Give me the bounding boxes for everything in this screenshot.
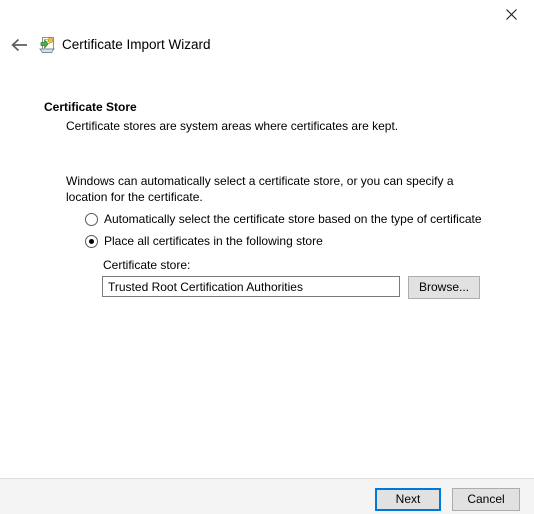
radio-indicator-auto-select[interactable] — [85, 213, 98, 226]
instruction-text: Windows can automatically select a certi… — [66, 173, 484, 205]
back-arrow-icon — [11, 38, 28, 55]
title-bar — [0, 0, 534, 28]
close-button[interactable] — [488, 0, 534, 28]
close-icon — [506, 9, 517, 20]
radio-option-auto-select[interactable]: Automatically select the certificate sto… — [85, 212, 482, 227]
wizard-header: Certificate Import Wizard — [0, 33, 534, 57]
next-button[interactable]: Next — [375, 488, 441, 511]
cancel-button[interactable]: Cancel — [452, 488, 520, 511]
page-title: Certificate Store — [44, 100, 137, 114]
radio-label-auto-select: Automatically select the certificate sto… — [104, 212, 482, 227]
radio-label-place-all: Place all certificates in the following … — [104, 234, 323, 249]
wizard-title: Certificate Import Wizard — [62, 36, 211, 54]
certificate-wizard-icon — [38, 36, 56, 54]
browse-button[interactable]: Browse... — [408, 276, 480, 299]
certificate-store-input[interactable] — [102, 276, 400, 297]
certificate-store-label: Certificate store: — [103, 258, 190, 272]
radio-indicator-place-all[interactable] — [85, 235, 98, 248]
back-button[interactable] — [8, 35, 30, 57]
page-subtitle: Certificate stores are system areas wher… — [66, 119, 398, 133]
radio-option-place-all[interactable]: Place all certificates in the following … — [85, 234, 323, 249]
